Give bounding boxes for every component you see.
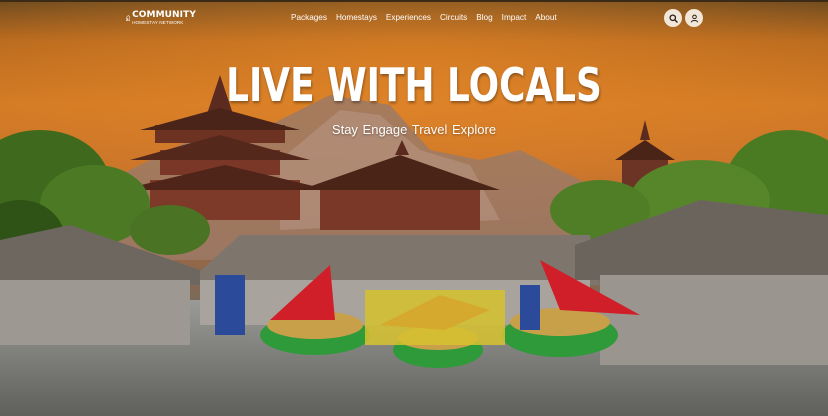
user-icon bbox=[690, 14, 698, 22]
nav-item-impact[interactable]: Impact bbox=[502, 13, 527, 22]
search-button[interactable] bbox=[664, 9, 682, 27]
house-icon bbox=[126, 15, 131, 21]
hero-tagline: Stay Engage Travel Explore bbox=[331, 122, 497, 137]
nav-item-homestays[interactable]: Homestays bbox=[336, 13, 377, 22]
brand-text: COMMUNITY HOMESTAY NETWORK bbox=[132, 9, 196, 26]
nav-item-blog[interactable]: Blog bbox=[476, 13, 492, 22]
nav-item-packages[interactable]: Packages bbox=[291, 13, 327, 22]
nav-item-circuits[interactable]: Circuits bbox=[440, 13, 467, 22]
nav-item-experiences[interactable]: Experiences bbox=[386, 13, 431, 22]
search-icon bbox=[668, 13, 678, 23]
brand-logo[interactable]: COMMUNITY HOMESTAY NETWORK bbox=[126, 6, 196, 30]
brand-name: COMMUNITY bbox=[132, 9, 196, 20]
brand-subtitle: HOMESTAY NETWORK bbox=[132, 19, 184, 25]
user-button[interactable] bbox=[685, 9, 703, 27]
main-menu: Packages Homestays Experiences Circuits … bbox=[291, 13, 557, 22]
hero-headline: LIVE WITH LOCALS bbox=[226, 58, 602, 112]
navbar: COMMUNITY HOMESTAY NETWORK Packages Home… bbox=[0, 0, 828, 36]
nav-item-about[interactable]: About bbox=[535, 13, 556, 22]
